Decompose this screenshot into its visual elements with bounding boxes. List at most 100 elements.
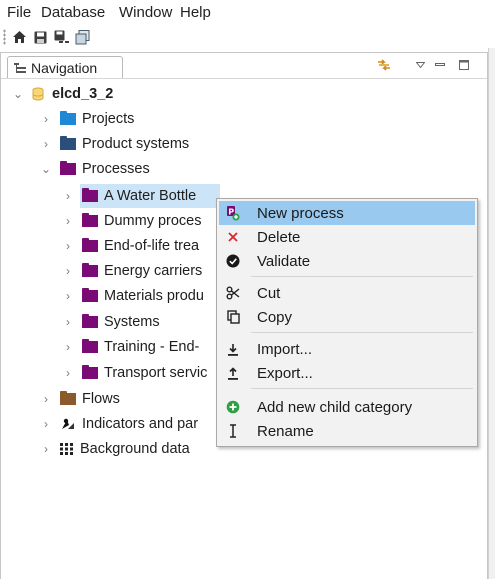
tree-item-a-water-bottle[interactable]: › A Water Bottle: [62, 184, 196, 208]
chevron-right-icon[interactable]: ›: [62, 340, 74, 354]
menu-item-rename[interactable]: Rename: [219, 419, 475, 443]
tree-item-training[interactable]: › Training - End-: [62, 335, 199, 359]
tree-item-end-of-life[interactable]: › End-of-life trea: [62, 234, 199, 258]
chevron-right-icon[interactable]: ›: [62, 289, 74, 303]
chevron-right-icon[interactable]: ›: [62, 264, 74, 278]
tree-item-label: Systems: [104, 314, 160, 330]
chevron-right-icon[interactable]: ›: [40, 392, 52, 406]
folder-icon: [60, 136, 76, 150]
save-all-icon[interactable]: [52, 28, 70, 46]
tree-item-label: Training - End-: [104, 339, 200, 355]
tree-item-label: Flows: [82, 391, 120, 407]
menu-item-label: New process: [257, 204, 344, 222]
tree-item-product-systems[interactable]: › Product systems: [40, 132, 189, 156]
chevron-right-icon[interactable]: ›: [62, 239, 74, 253]
tree-item-flows[interactable]: › Flows: [40, 387, 120, 411]
menu-item-export[interactable]: Export...: [219, 361, 475, 385]
editor-area-edge: [488, 48, 495, 579]
chevron-right-icon[interactable]: ›: [40, 417, 52, 431]
menu-item-label: Import...: [257, 340, 313, 358]
menu-item-label: Copy: [257, 308, 293, 326]
maximize-icon[interactable]: [457, 57, 471, 73]
tree-root[interactable]: ⌄ elcd_3_2: [12, 82, 113, 106]
menu-item-import[interactable]: Import...: [219, 337, 475, 361]
folder-icon: [82, 314, 98, 328]
menu-item-cut[interactable]: Cut: [219, 281, 475, 305]
chevron-right-icon[interactable]: ›: [40, 442, 52, 456]
folder-icon: [60, 391, 76, 405]
tree-item-label: Product systems: [82, 136, 190, 152]
menu-separator: [251, 276, 473, 277]
tree-item-systems[interactable]: › Systems: [62, 310, 160, 334]
tree-item-dummy-processes[interactable]: › Dummy proces: [62, 209, 202, 233]
cut-icon: [225, 285, 241, 301]
tree-item-label: Indicators and par: [82, 416, 199, 432]
pages-icon[interactable]: [73, 28, 91, 46]
chevron-down-icon[interactable]: ⌄: [40, 162, 52, 176]
folder-icon: [60, 161, 76, 175]
tree-item-label: Background data: [80, 441, 190, 457]
import-icon: [225, 341, 241, 357]
folder-icon: [82, 339, 98, 353]
export-icon: [225, 365, 241, 381]
folder-icon: [82, 365, 98, 379]
chevron-right-icon[interactable]: ›: [62, 189, 74, 203]
tree-item-background-data[interactable]: › Background data: [40, 437, 190, 461]
tree-item-transport-services[interactable]: › Transport servic: [62, 361, 207, 385]
tab-navigation[interactable]: Navigation: [7, 56, 123, 79]
menu-item-delete[interactable]: Delete: [219, 225, 475, 249]
menu-window[interactable]: Window: [119, 4, 172, 21]
menu-item-label: Delete: [257, 228, 301, 246]
folder-icon: [82, 188, 98, 202]
add-child-icon: [225, 399, 241, 415]
link-with-editor-icon[interactable]: [374, 57, 394, 73]
grid-icon: [60, 443, 73, 455]
tree-item-energy-carriers[interactable]: › Energy carriers: [62, 259, 202, 283]
rename-icon: [225, 423, 241, 439]
menu-file[interactable]: File: [7, 4, 31, 21]
tree-item-projects[interactable]: › Projects: [40, 107, 134, 131]
copy-icon: [225, 309, 241, 325]
menu-item-copy[interactable]: Copy: [219, 305, 475, 329]
menu-item-label: Export...: [257, 364, 313, 382]
toolbar-grip[interactable]: [3, 29, 6, 45]
menu-separator: [251, 332, 473, 333]
save-icon[interactable]: [31, 28, 49, 46]
menu-database[interactable]: Database: [41, 4, 105, 21]
tree-item-indicators[interactable]: › Indicators and par: [40, 412, 198, 436]
chevron-right-icon[interactable]: ›: [62, 315, 74, 329]
tree-item-label: Materials produ: [104, 288, 204, 304]
menu-item-validate[interactable]: Validate: [219, 249, 475, 273]
menu-item-new-process[interactable]: P New process: [219, 201, 475, 225]
delete-icon: [225, 229, 241, 245]
chevron-right-icon[interactable]: ›: [40, 137, 52, 151]
chevron-right-icon[interactable]: ›: [40, 112, 52, 126]
folder-icon: [60, 111, 76, 125]
tab-divider: [1, 78, 487, 79]
chevron-right-icon[interactable]: ›: [62, 366, 74, 380]
chevron-right-icon[interactable]: ›: [62, 214, 74, 228]
chevron-down-icon[interactable]: ⌄: [12, 87, 24, 101]
menu-item-add-child-category[interactable]: Add new child category: [219, 395, 475, 419]
context-menu: P New process Delete Validate Cut Copy I…: [216, 198, 478, 447]
tree-root-label: elcd_3_2: [52, 86, 114, 102]
new-process-icon: P: [225, 205, 241, 221]
folder-icon: [82, 263, 98, 277]
tree-item-label: Dummy proces: [104, 213, 202, 229]
minimize-icon[interactable]: [433, 57, 447, 73]
toolbar: [0, 26, 495, 48]
database-icon: [32, 87, 44, 101]
tree-item-label: A Water Bottle: [104, 188, 197, 204]
view-menu-icon[interactable]: [413, 57, 427, 73]
menu-item-label: Add new child category: [257, 398, 413, 416]
home-icon[interactable]: [10, 28, 28, 46]
navigation-tree-icon: [14, 62, 26, 73]
tree-item-processes[interactable]: ⌄ Processes: [40, 157, 150, 181]
folder-icon: [82, 213, 98, 227]
menu-help[interactable]: Help: [180, 4, 211, 21]
tree-item-label: Processes: [82, 161, 150, 177]
folder-icon: [82, 238, 98, 252]
menu-item-label: Validate: [257, 252, 311, 270]
menu-bar: File Database Window Help: [0, 0, 495, 26]
tree-item-materials-production[interactable]: › Materials produ: [62, 284, 204, 308]
